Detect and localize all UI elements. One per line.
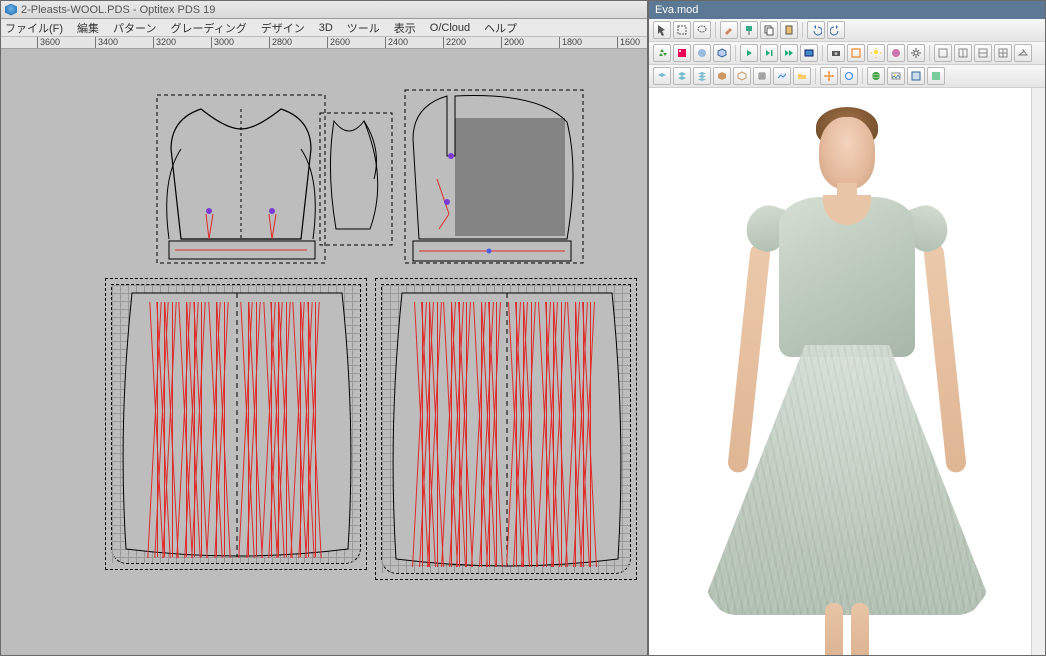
ruler-tick: 3400 <box>95 37 118 49</box>
redo-icon[interactable] <box>827 21 845 39</box>
layer2-icon[interactable] <box>673 67 691 85</box>
menu-tools[interactable]: ツール <box>347 20 380 36</box>
sleeve-piece[interactable] <box>316 109 396 249</box>
menu-grading[interactable]: グレーディング <box>171 20 247 36</box>
menu-help[interactable]: ヘルプ <box>484 20 517 36</box>
app-icon <box>5 4 17 16</box>
left-arm <box>727 243 771 474</box>
play-all-icon[interactable] <box>780 44 798 62</box>
play-step-icon[interactable] <box>760 44 778 62</box>
menu-file[interactable]: ファイル(F) <box>5 20 63 36</box>
3d-toolbar-row3 <box>649 65 1045 88</box>
ruler-tick: 2400 <box>385 37 408 49</box>
menu-bar: ファイル(F) 編集 パターン グレーディング デザイン 3D ツール 表示 O… <box>1 19 647 37</box>
layer1-icon[interactable] <box>653 67 671 85</box>
menu-pattern[interactable]: パターン <box>113 20 156 36</box>
menu-design[interactable]: デザイン <box>261 20 305 36</box>
folder-icon[interactable] <box>793 67 811 85</box>
dress-bodice <box>779 197 915 357</box>
back-skirt-piece[interactable] <box>381 284 631 574</box>
ruler-tick: 1800 <box>559 37 582 49</box>
box-wire-icon[interactable] <box>733 67 751 85</box>
cursor-tool-icon[interactable] <box>653 21 671 39</box>
menu-view[interactable]: 表示 <box>394 20 416 36</box>
head <box>819 117 875 189</box>
3d-viewport[interactable] <box>649 88 1045 655</box>
grid2-icon[interactable] <box>954 44 972 62</box>
horizontal-ruler: 3600 3400 3200 3000 2800 2600 2400 2200 … <box>1 37 647 49</box>
separator <box>815 68 816 84</box>
camera-icon[interactable] <box>827 44 845 62</box>
vertical-scrollbar[interactable] <box>1031 88 1045 655</box>
recycle-icon[interactable] <box>653 44 671 62</box>
sphere-icon[interactable] <box>693 44 711 62</box>
front-skirt-piece[interactable] <box>111 284 361 564</box>
cube-icon[interactable] <box>713 44 731 62</box>
grid3-icon[interactable] <box>974 44 992 62</box>
grid1-icon[interactable] <box>934 44 952 62</box>
separator <box>822 45 823 61</box>
3d-toolbar-row1 <box>649 19 1045 42</box>
window-title: 2-Pleasts-WOOL.PDS - Optitex PDS 19 <box>21 4 215 16</box>
select-rect-icon[interactable] <box>673 21 691 39</box>
3d-window: Eva.mod <box>648 0 1046 656</box>
3d-window-title: Eva.mod <box>655 4 698 16</box>
ruler-tick: 2600 <box>327 37 350 49</box>
ruler-tick: 2000 <box>501 37 524 49</box>
right-arm <box>923 243 967 474</box>
ruler-tick: 3600 <box>37 37 60 49</box>
clipboard-icon[interactable] <box>780 21 798 39</box>
3d-toolbar-row2 <box>649 42 1045 65</box>
mesh-icon[interactable] <box>753 67 771 85</box>
scene-icon[interactable] <box>773 67 791 85</box>
hanger-icon[interactable] <box>1014 44 1032 62</box>
brush-icon[interactable] <box>720 21 738 39</box>
separator <box>929 45 930 61</box>
rotate-icon[interactable] <box>840 67 858 85</box>
pleat-lines <box>382 285 630 573</box>
title-bar: 2-Pleasts-WOOL.PDS - Optitex PDS 19 <box>1 1 647 19</box>
pds-window: 2-Pleasts-WOOL.PDS - Optitex PDS 19 ファイル… <box>0 0 648 656</box>
globe-icon[interactable] <box>867 67 885 85</box>
pleat-lines <box>112 285 360 563</box>
ruler-tick: 3000 <box>211 37 234 49</box>
copy-icon[interactable] <box>760 21 778 39</box>
left-leg <box>825 603 843 655</box>
3d-title-bar: Eva.mod <box>649 1 1045 19</box>
menu-3d[interactable]: 3D <box>319 22 333 34</box>
separator <box>862 68 863 84</box>
grid4-icon[interactable] <box>994 44 1012 62</box>
fabric-swatch-icon[interactable] <box>673 44 691 62</box>
separator <box>715 22 716 38</box>
mannequin <box>687 93 1007 655</box>
paint-icon[interactable] <box>740 21 758 39</box>
ruler-tick: 1600 <box>617 37 640 49</box>
material-icon[interactable] <box>887 44 905 62</box>
ruler-tick: 3200 <box>153 37 176 49</box>
pattern-icon[interactable] <box>907 67 925 85</box>
photo-icon[interactable] <box>887 67 905 85</box>
render-icon[interactable] <box>800 44 818 62</box>
snapshot-icon[interactable] <box>847 44 865 62</box>
play-icon[interactable] <box>740 44 758 62</box>
ruler-tick: 2800 <box>269 37 292 49</box>
light-icon[interactable] <box>867 44 885 62</box>
back-bodice-piece[interactable] <box>399 84 589 269</box>
box-solid-icon[interactable] <box>713 67 731 85</box>
separator <box>802 22 803 38</box>
settings-icon[interactable] <box>907 44 925 62</box>
pattern-canvas[interactable] <box>1 49 647 655</box>
select-lasso-icon[interactable] <box>693 21 711 39</box>
menu-edit[interactable]: 編集 <box>77 20 99 36</box>
separator <box>735 45 736 61</box>
move-icon[interactable] <box>820 67 838 85</box>
ruler-tick: 2200 <box>443 37 466 49</box>
undo-icon[interactable] <box>807 21 825 39</box>
right-leg <box>851 603 869 655</box>
layer3-icon[interactable] <box>693 67 711 85</box>
texture-icon[interactable] <box>927 67 945 85</box>
menu-ocloud[interactable]: O/Cloud <box>430 22 470 34</box>
front-bodice-piece[interactable] <box>151 89 331 269</box>
